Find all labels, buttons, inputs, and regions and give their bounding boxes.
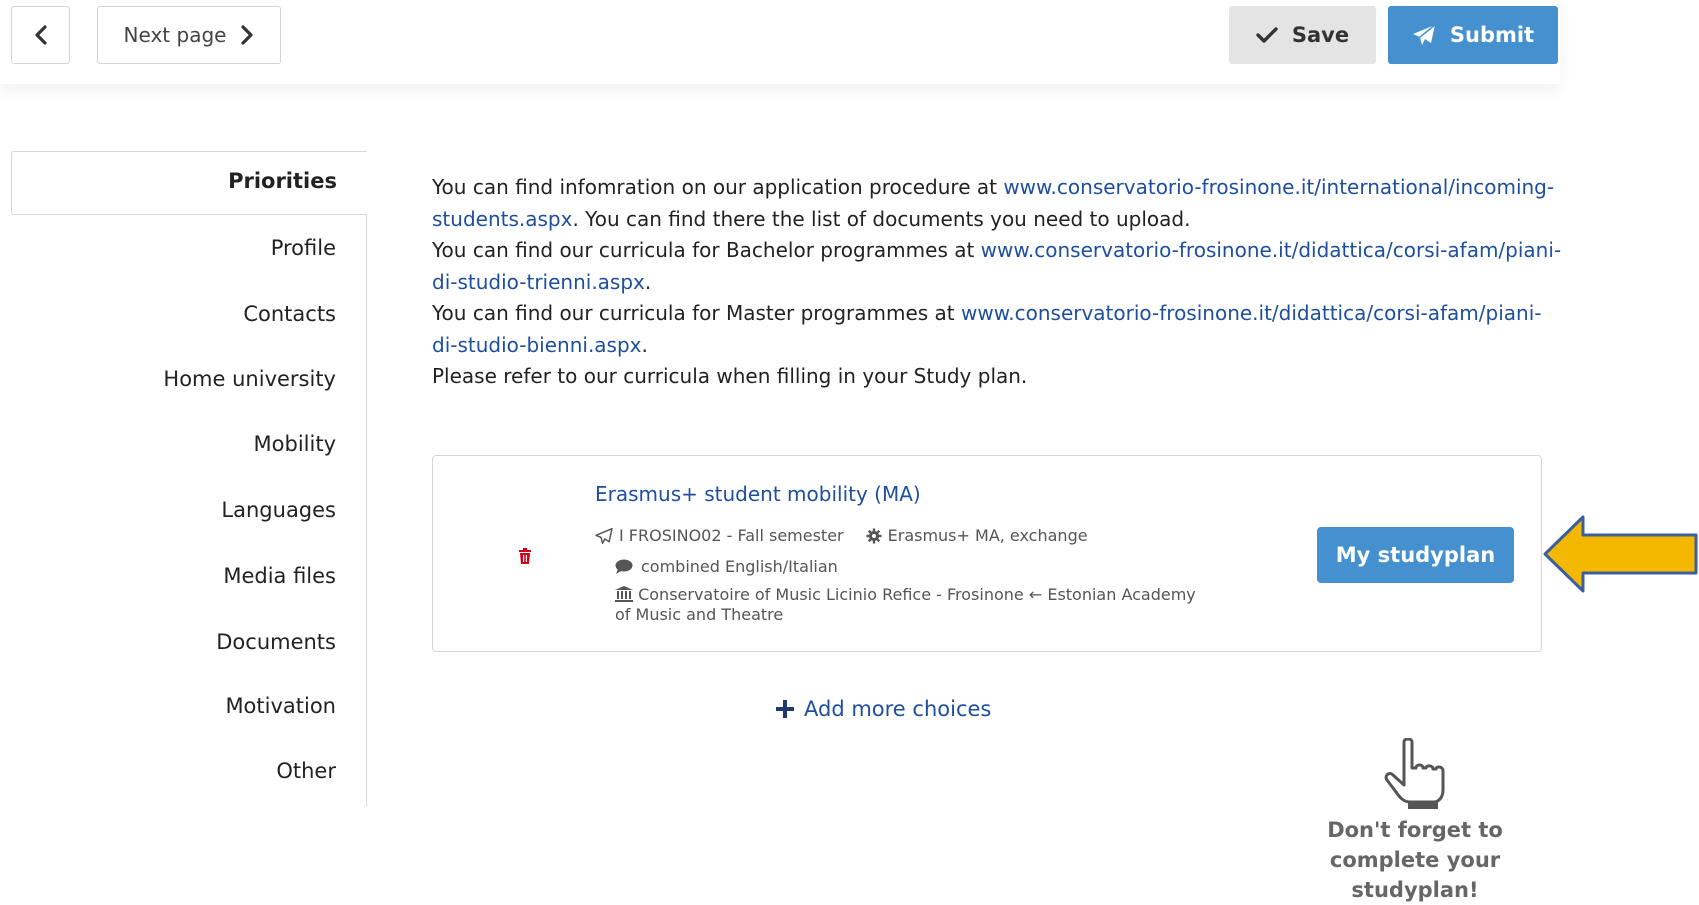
sidebar-item-label: Priorities bbox=[228, 169, 337, 193]
sidebar-item-priorities[interactable]: Priorities bbox=[11, 151, 367, 215]
sidebar-item-languages[interactable]: Languages bbox=[221, 498, 336, 522]
submit-label: Submit bbox=[1449, 23, 1535, 47]
sidebar-item-home-university[interactable]: Home university bbox=[163, 367, 336, 391]
sidebar-item-other[interactable]: Other bbox=[276, 759, 336, 783]
arrow-left-icon: ← bbox=[1028, 585, 1043, 604]
institutions-row: Conservatoire of Music Licinio Refice - … bbox=[615, 585, 1215, 625]
chevron-right-icon bbox=[241, 25, 254, 45]
trash-icon[interactable] bbox=[518, 548, 532, 564]
pointing-hand-icon bbox=[1384, 738, 1445, 809]
sidebar-item-profile[interactable]: Profile bbox=[271, 236, 336, 260]
instruction-language: combined English/Italian bbox=[641, 557, 838, 576]
save-label: Save bbox=[1291, 23, 1350, 47]
info-paragraph-bachelor: You can find our curricula for Bachelor … bbox=[432, 238, 1562, 294]
info-paragraph-procedure: You can find infomration on our applicat… bbox=[432, 175, 1555, 231]
add-more-label: Add more choices bbox=[804, 697, 992, 721]
add-more-choices-link[interactable]: Add more choices bbox=[776, 697, 991, 721]
language-row: combined English/Italian bbox=[615, 557, 838, 576]
check-icon bbox=[1256, 27, 1278, 43]
institution-code: I FROSINO02 - Fall semester bbox=[619, 526, 844, 545]
choice-title[interactable]: Erasmus+ student mobility (MA) bbox=[595, 482, 921, 506]
next-page-label: Next page bbox=[123, 23, 227, 47]
mobility-choice-card: Erasmus+ student mobility (MA) I FROSINO… bbox=[432, 455, 1542, 652]
sidebar-item-mobility[interactable]: Mobility bbox=[254, 432, 336, 456]
gear-icon bbox=[866, 528, 882, 543]
next-page-button[interactable]: Next page bbox=[97, 6, 281, 64]
top-toolbar: Next page Save Submit bbox=[0, 0, 1560, 84]
choice-details-row: I FROSINO02 - Fall semester Erasmus+ MA,… bbox=[595, 526, 1088, 545]
sidebar-item-media-files[interactable]: Media files bbox=[223, 564, 336, 588]
arrow-left-icon bbox=[1543, 515, 1698, 593]
chevron-left-icon bbox=[34, 25, 47, 45]
paper-plane-icon bbox=[1412, 24, 1436, 45]
back-button[interactable] bbox=[11, 6, 70, 64]
info-paragraph-refer: Please refer to our curricula when filli… bbox=[432, 364, 1028, 388]
submit-button[interactable]: Submit bbox=[1388, 6, 1558, 64]
paper-plane-icon bbox=[595, 527, 613, 544]
sidebar-item-motivation[interactable]: Motivation bbox=[225, 694, 336, 718]
save-button[interactable]: Save bbox=[1229, 6, 1376, 64]
application-info: You can find infomration on our applicat… bbox=[432, 172, 1562, 393]
host-institution: Conservatoire of Music Licinio Refice - … bbox=[638, 585, 1024, 604]
plus-icon bbox=[776, 700, 794, 718]
sidebar-nav: Priorities Profile Contacts Home univers… bbox=[11, 151, 367, 806]
sidebar-item-contacts[interactable]: Contacts bbox=[243, 302, 336, 326]
studyplan-reminder: Don't forget to complete your studyplan! bbox=[1327, 818, 1503, 902]
speech-bubble-icon bbox=[615, 559, 633, 574]
institution-icon bbox=[615, 586, 633, 602]
programme-name: Erasmus+ MA, exchange bbox=[887, 526, 1088, 545]
sidebar-item-documents[interactable]: Documents bbox=[216, 630, 336, 654]
info-paragraph-master: You can find our curricula for Master pr… bbox=[432, 301, 1542, 357]
my-studyplan-button[interactable]: My studyplan bbox=[1317, 527, 1514, 583]
